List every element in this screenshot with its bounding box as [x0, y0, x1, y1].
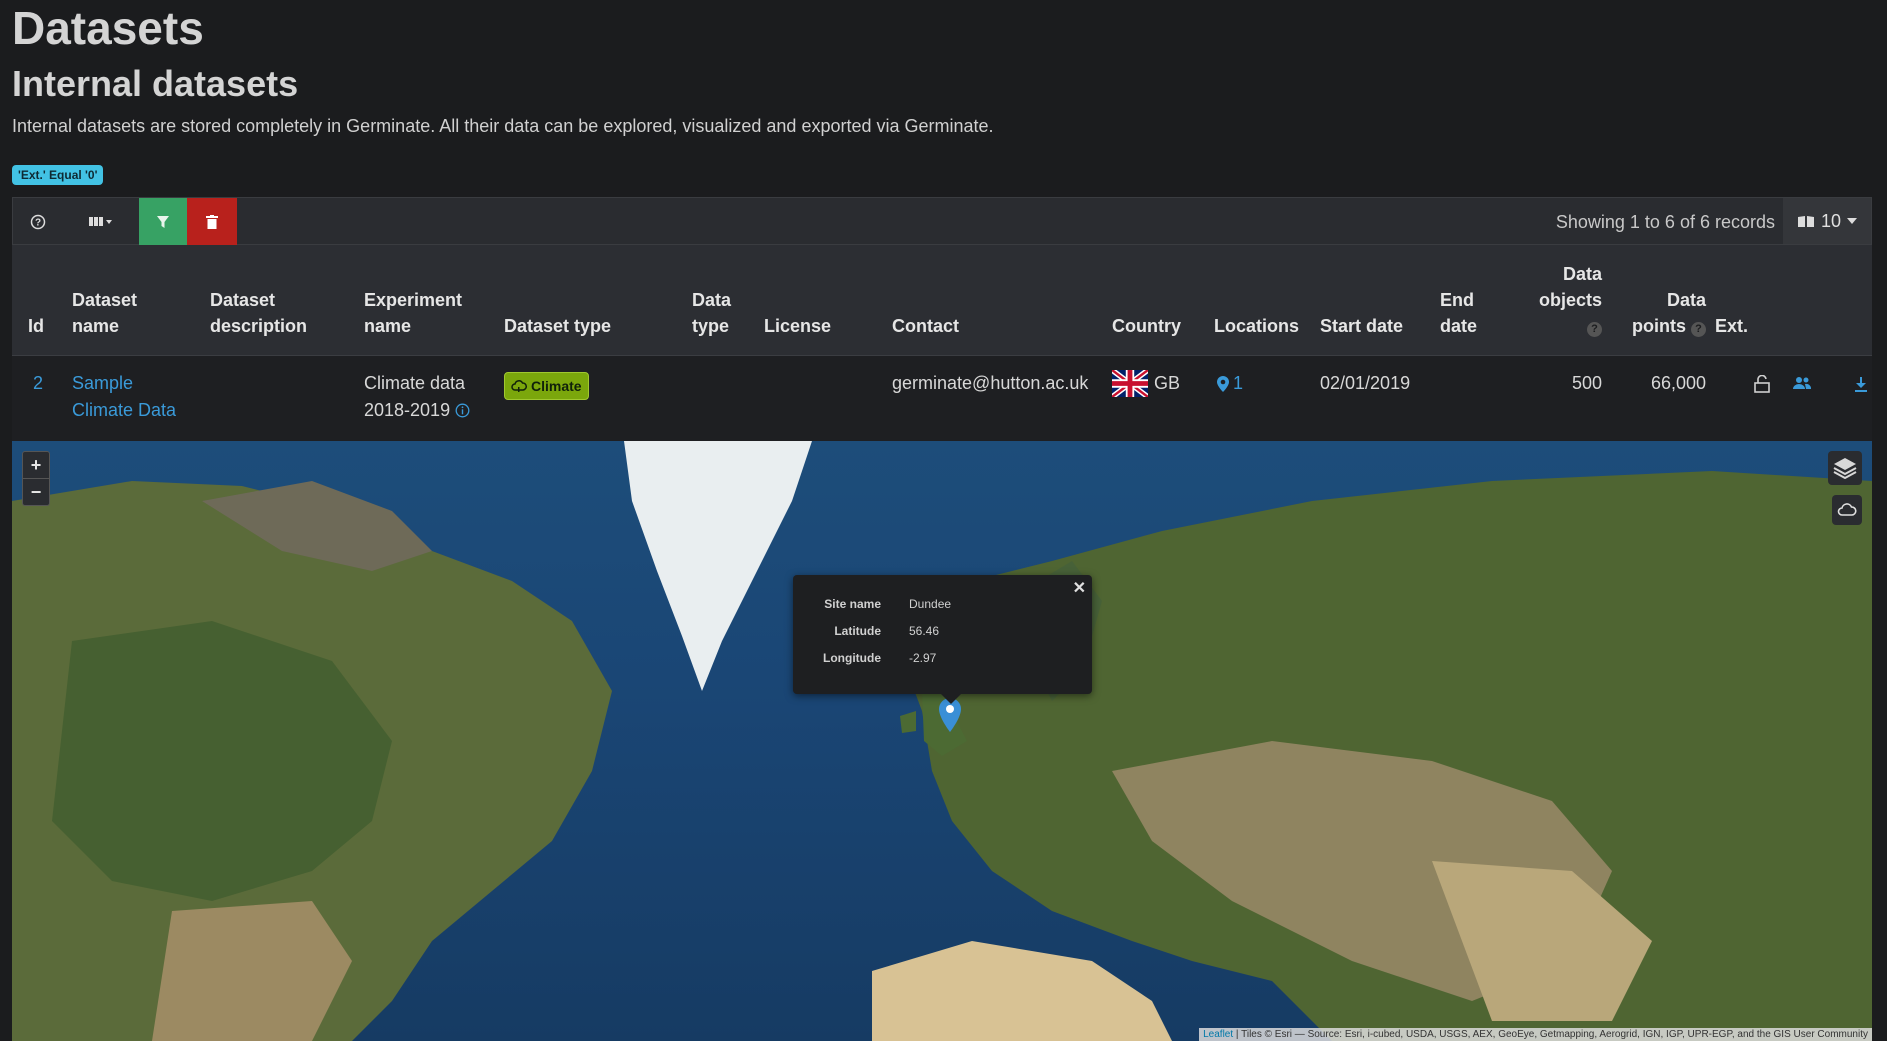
col-license[interactable]: License	[764, 313, 831, 339]
col-end-date[interactable]: End date	[1440, 287, 1477, 339]
popup-tip	[941, 694, 961, 704]
satellite-basemap	[12, 441, 1872, 1041]
col-data-points[interactable]: Data points ?	[1610, 287, 1706, 339]
row-experiment-line1: Climate data	[364, 373, 466, 393]
row-data-points: 66,000	[1650, 373, 1706, 393]
section-title: Internal datasets	[12, 63, 299, 104]
col-dataset-type[interactable]: Dataset type	[504, 313, 611, 339]
col-experiment-name[interactable]: Experiment name	[364, 287, 462, 339]
col-country[interactable]: Country	[1112, 313, 1181, 339]
row-country: GB	[1112, 370, 1180, 397]
col-data-points-line2: points	[1631, 316, 1686, 336]
col-dataset-description[interactable]: Dataset description	[210, 287, 307, 339]
dataset-type-badge: Climate	[504, 372, 589, 400]
row-dataset-name-link[interactable]: Sample Climate Data	[72, 370, 176, 424]
popup-longitude-label: Longitude	[823, 651, 881, 665]
col-end-date-line2: date	[1440, 316, 1478, 336]
row-dataset-name-line1: Sample	[72, 373, 134, 393]
delete-filter-button[interactable]	[187, 198, 237, 246]
columns-icon	[88, 217, 112, 226]
map-attribution: Leaflet | Tiles © Esri — Source: Esri, i…	[1199, 1028, 1872, 1041]
col-dataset-name-line1: Dataset	[72, 290, 138, 310]
row-contact: germinate@hutton.ac.uk	[892, 373, 1089, 393]
col-experiment-name-line1: Experiment	[364, 290, 463, 310]
row-experiment-line2: 2018-2019	[364, 400, 451, 420]
table-toolbar: ? Showing 1 to 6 of 6 records 10	[12, 197, 1872, 246]
filter-button[interactable]	[139, 198, 187, 246]
col-start-date[interactable]: Start date	[1320, 313, 1403, 339]
question-circle-icon: ?	[30, 214, 46, 230]
col-dataset-name[interactable]: Dataset name	[72, 287, 137, 339]
climate-overlay-button[interactable]	[1832, 495, 1862, 525]
zoom-out-button[interactable]: −	[23, 479, 49, 505]
col-data-type[interactable]: Data type	[692, 287, 731, 339]
layers-icon	[1833, 458, 1857, 479]
records-count: Showing 1 to 6 of 6 records	[1555, 212, 1775, 232]
page-title: Datasets	[12, 2, 204, 54]
attribution-text: | Tiles © Esri — Source: Esri, i-cubed, …	[1233, 1029, 1868, 1040]
dataset-type-label: Climate	[531, 378, 582, 394]
row-start-date: 02/01/2019	[1320, 373, 1411, 393]
col-contact[interactable]: Contact	[892, 313, 959, 339]
popup-details: Site name Dundee Latitude 56.46 Longitud…	[809, 591, 957, 672]
question-circle-icon[interactable]: ?	[1691, 322, 1706, 337]
page-size-value: 10	[1820, 210, 1842, 231]
people-icon[interactable]	[1793, 376, 1811, 390]
columns-toggle-button[interactable]	[63, 198, 138, 246]
book-icon	[1797, 216, 1814, 227]
popup-latitude-label: Latitude	[834, 624, 881, 638]
col-data-type-line1: Data	[692, 290, 732, 310]
cloud-sun-icon	[511, 380, 527, 392]
row-id[interactable]: 2	[33, 370, 43, 397]
popup-site-value: Dundee	[909, 597, 952, 611]
location-popup: ✕ Site name Dundee Latitude 56.46 Longit…	[793, 575, 1092, 694]
gb-flag-icon	[1112, 370, 1148, 397]
cloud-sun-icon	[1837, 503, 1857, 516]
download-icon[interactable]	[1854, 376, 1868, 392]
svg-text:?: ?	[35, 218, 41, 229]
section-description: Internal datasets are stored completely …	[12, 116, 994, 136]
col-data-objects-line1: Data	[1562, 264, 1602, 284]
row-country-code: GB	[1154, 373, 1181, 393]
popup-longitude-value: -2.97	[909, 651, 937, 665]
filter-icon	[157, 216, 169, 228]
col-ext[interactable]: Ext.	[1715, 313, 1748, 339]
help-button[interactable]: ?	[13, 198, 63, 246]
close-icon[interactable]: ✕	[1073, 578, 1086, 598]
unlock-icon[interactable]	[1754, 375, 1770, 393]
layers-button[interactable]	[1828, 451, 1862, 485]
col-id[interactable]: Id	[28, 313, 44, 339]
col-data-objects[interactable]: Data objects ?	[1522, 261, 1602, 339]
question-circle-icon[interactable]: ?	[1587, 322, 1602, 337]
info-circle-icon[interactable]	[455, 403, 470, 418]
col-dataset-description-line2: description	[210, 316, 308, 336]
map-view[interactable]: + − ✕ Site name Dundee Latitude 56.46 Lo…	[12, 441, 1872, 1041]
row-data-objects: 500	[1571, 373, 1602, 393]
col-data-type-line2: type	[692, 316, 730, 336]
col-data-objects-line2: objects	[1538, 290, 1602, 310]
col-experiment-name-line2: name	[364, 316, 412, 336]
page-size-dropdown[interactable]: 10	[1783, 198, 1871, 244]
table-row: 2 Sample Climate Data Climate data 2018-…	[12, 356, 1872, 441]
col-dataset-description-line1: Dataset	[210, 290, 276, 310]
row-locations-count: 1	[1233, 373, 1244, 393]
col-data-points-line1: Data	[1666, 290, 1706, 310]
zoom-in-button[interactable]: +	[23, 452, 49, 479]
table-header: Id Dataset name Dataset description Expe…	[12, 245, 1872, 357]
col-dataset-name-line2: name	[72, 316, 120, 336]
row-locations-link[interactable]: 1	[1217, 370, 1243, 397]
chevron-down-icon	[1847, 218, 1858, 224]
popup-site-label: Site name	[824, 597, 881, 611]
row-dataset-name-line2: Climate Data	[72, 400, 177, 420]
row-experiment-name: Climate data 2018-2019	[364, 370, 470, 424]
map-marker-icon	[1217, 375, 1229, 392]
zoom-control: + −	[22, 451, 50, 506]
col-end-date-line1: End	[1440, 290, 1474, 310]
trash-icon	[206, 215, 218, 229]
popup-latitude-value: 56.46	[909, 624, 940, 638]
col-locations[interactable]: Locations	[1214, 313, 1299, 339]
leaflet-link[interactable]: Leaflet	[1203, 1029, 1233, 1040]
active-filter-badge[interactable]: 'Ext.' Equal '0'	[12, 165, 104, 185]
